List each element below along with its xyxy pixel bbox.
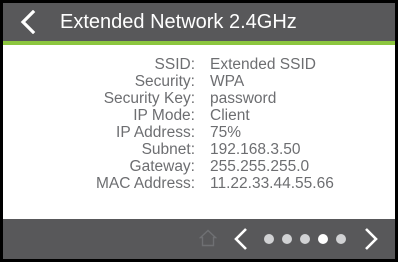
accent-divider bbox=[3, 41, 395, 45]
device-screen: Extended Network 2.4GHz SSID: Extended S… bbox=[0, 0, 398, 262]
ssid-value: Extended SSID bbox=[210, 56, 316, 73]
detail-row-security: Security: WPA bbox=[3, 73, 395, 90]
page-dot-4[interactable] bbox=[318, 234, 328, 244]
ssid-label: SSID: bbox=[154, 56, 195, 73]
detail-row-mac-address: MAC Address: 11.22.33.44.55.66 bbox=[3, 175, 395, 192]
security-key-value: password bbox=[210, 90, 277, 107]
gateway-value: 255.255.255.0 bbox=[210, 158, 310, 175]
detail-row-ip-mode: IP Mode: Client bbox=[3, 107, 395, 124]
detail-row-gateway: Gateway: 255.255.255.0 bbox=[3, 158, 395, 175]
detail-row-subnet: Subnet: 192.168.3.50 bbox=[3, 141, 395, 158]
back-chevron-icon[interactable] bbox=[17, 10, 41, 34]
page-dot-5[interactable] bbox=[336, 234, 346, 244]
ip-mode-value: Client bbox=[210, 107, 250, 124]
subnet-label: Subnet: bbox=[141, 141, 195, 158]
ip-mode-label: IP Mode: bbox=[133, 107, 195, 124]
footer-bar bbox=[3, 219, 395, 259]
security-label: Security: bbox=[134, 73, 195, 90]
gateway-label: Gateway: bbox=[129, 158, 195, 175]
prev-page-chevron-icon[interactable] bbox=[233, 227, 249, 251]
page-dot-2[interactable] bbox=[282, 234, 292, 244]
mac-address-label: MAC Address: bbox=[95, 175, 195, 192]
next-page-chevron-icon[interactable] bbox=[363, 227, 379, 251]
home-icon[interactable] bbox=[199, 229, 217, 247]
network-details: SSID: Extended SSID Security: WPA Securi… bbox=[3, 56, 395, 192]
subnet-value: 192.168.3.50 bbox=[210, 141, 301, 158]
page-title: Extended Network 2.4GHz bbox=[60, 11, 297, 33]
page-dot-3[interactable] bbox=[300, 234, 310, 244]
security-value: WPA bbox=[210, 73, 245, 90]
detail-row-ip-address: IP Address: 75% bbox=[3, 124, 395, 141]
ip-address-label: IP Address: bbox=[116, 124, 195, 141]
mac-address-value: 11.22.33.44.55.66 bbox=[210, 175, 334, 192]
ip-address-value: 75% bbox=[210, 124, 242, 141]
detail-row-security-key: Security Key: password bbox=[3, 90, 395, 107]
security-key-label: Security Key: bbox=[103, 90, 195, 107]
page-dot-1[interactable] bbox=[264, 234, 274, 244]
header-bar: Extended Network 2.4GHz bbox=[3, 3, 395, 41]
detail-row-ssid: SSID: Extended SSID bbox=[3, 56, 395, 73]
